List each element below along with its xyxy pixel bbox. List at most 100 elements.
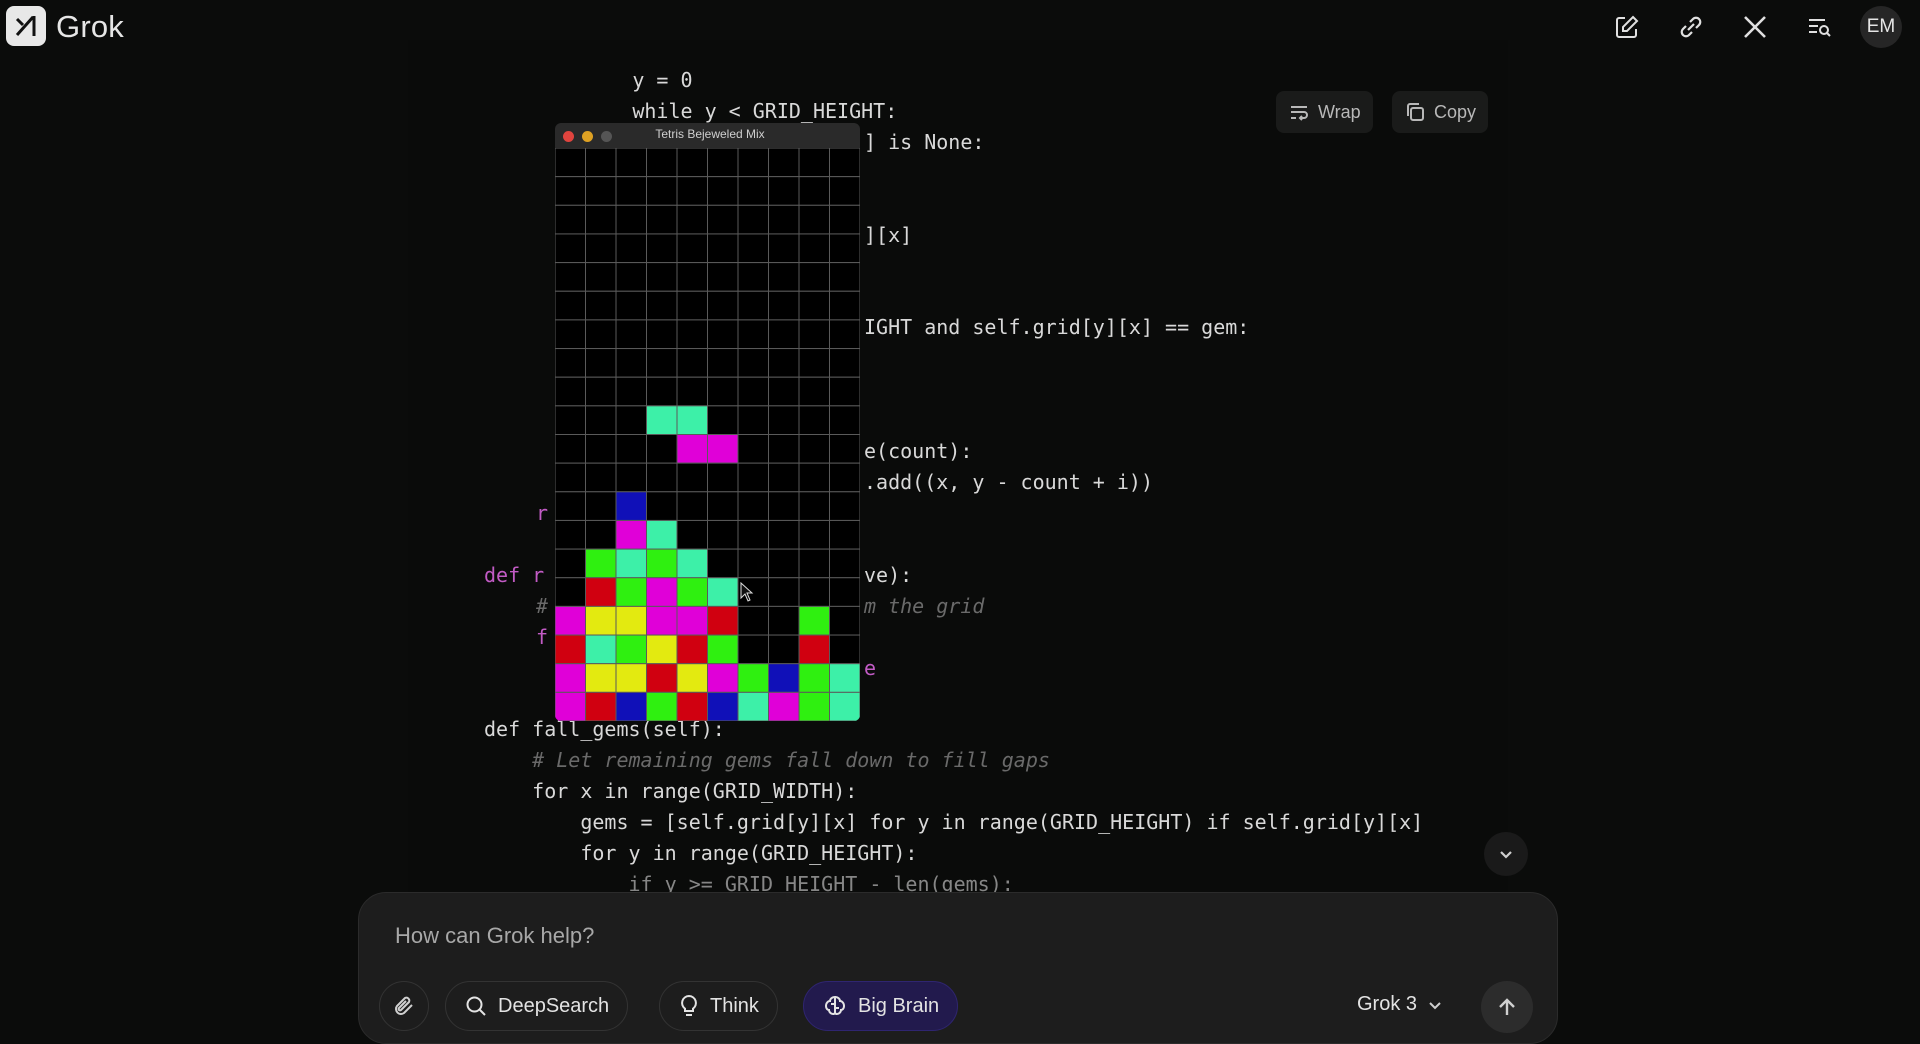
gem-cell (737, 691, 769, 721)
empty-cell (829, 577, 860, 607)
game-titlebar[interactable]: Tetris Bejeweled Mix (555, 123, 860, 148)
copy-button[interactable]: Copy (1392, 91, 1489, 133)
gem-cell (676, 691, 708, 721)
empty-cell (585, 262, 617, 292)
gem-cell (676, 663, 708, 693)
brain-icon (824, 995, 846, 1016)
empty-cell (555, 147, 586, 178)
code-line: IGHT and self.grid[y][x] == gem: (864, 315, 1250, 339)
code-line: while y < GRID_HEIGHT: (536, 99, 898, 123)
empty-cell (646, 491, 678, 521)
empty-cell (555, 405, 586, 436)
close-dot-icon[interactable] (563, 131, 574, 142)
empty-cell (555, 434, 586, 464)
empty-cell (646, 376, 678, 407)
empty-cell (768, 405, 800, 436)
empty-cell (768, 434, 800, 464)
wrap-button[interactable]: Wrap (1276, 91, 1373, 133)
empty-cell (585, 376, 617, 407)
game-window[interactable]: Tetris Bejeweled Mix (555, 123, 860, 721)
send-button[interactable] (1481, 981, 1533, 1033)
message-input[interactable]: How can Grok help? (395, 923, 594, 949)
attach-button[interactable] (379, 981, 429, 1031)
gem-cell (585, 577, 617, 607)
empty-cell (798, 233, 830, 264)
empty-cell (829, 462, 860, 493)
empty-cell (615, 204, 647, 235)
empty-cell (768, 290, 800, 321)
empty-cell (829, 376, 860, 407)
wrap-label: Wrap (1318, 101, 1361, 122)
code-line: f (536, 625, 549, 649)
code-line: e (864, 656, 877, 680)
gem-cell (707, 691, 739, 721)
copy-label: Copy (1434, 101, 1477, 122)
gem-cell (646, 663, 678, 693)
gem-cell (768, 663, 800, 693)
avatar[interactable]: EM (1860, 6, 1902, 48)
empty-cell (646, 233, 678, 264)
big-brain-button[interactable]: Big Brain (803, 981, 959, 1031)
empty-cell (798, 577, 830, 607)
empty-cell (737, 605, 769, 636)
composer: How can Grok help? DeepSearch Think Big … (358, 892, 1558, 1044)
empty-cell (585, 434, 617, 464)
maximize-dot-icon[interactable] (601, 131, 612, 142)
gem-cell (615, 691, 647, 721)
brand-name[interactable]: Grok (56, 9, 124, 45)
empty-cell (555, 262, 586, 292)
link-icon[interactable] (1668, 7, 1714, 47)
empty-cell (829, 176, 860, 206)
empty-cell (646, 176, 678, 206)
game-board[interactable] (555, 147, 860, 721)
gem-cell (676, 548, 708, 579)
big-brain-label: Big Brain (858, 994, 940, 1017)
empty-cell (768, 319, 800, 350)
empty-cell (615, 348, 647, 378)
empty-cell (555, 204, 586, 235)
code-line: y = 0 (536, 68, 693, 92)
game-title: Tetris Bejeweled Mix (655, 127, 765, 141)
empty-cell (768, 462, 800, 493)
history-search-icon[interactable] (1796, 7, 1842, 47)
empty-cell (585, 319, 617, 350)
grok-logo-icon[interactable] (6, 6, 46, 46)
empty-cell (615, 262, 647, 292)
model-selector[interactable]: Grok 3 (1357, 993, 1443, 1016)
empty-cell (646, 434, 678, 464)
empty-cell (646, 319, 678, 350)
empty-cell (768, 634, 800, 665)
gem-cell (737, 663, 769, 693)
empty-cell (646, 204, 678, 235)
gem-cell (676, 405, 708, 436)
new-chat-icon[interactable] (1604, 7, 1650, 47)
gem-cell (615, 519, 647, 550)
code-line: def r (484, 563, 545, 587)
empty-cell (615, 462, 647, 493)
empty-cell (707, 204, 739, 235)
top-actions: EM (1604, 6, 1902, 48)
empty-cell (798, 319, 830, 350)
think-button[interactable]: Think (659, 981, 778, 1031)
empty-cell (737, 376, 769, 407)
scroll-down-button[interactable] (1484, 832, 1528, 876)
empty-cell (646, 262, 678, 292)
deepsearch-button[interactable]: DeepSearch (445, 981, 629, 1031)
empty-cell (768, 491, 800, 521)
empty-cell (676, 462, 708, 493)
gem-cell (615, 663, 647, 693)
gem-cell (585, 605, 617, 636)
empty-cell (676, 176, 708, 206)
empty-cell (676, 519, 708, 550)
gem-cell (585, 663, 617, 693)
empty-cell (615, 434, 647, 464)
empty-cell (798, 290, 830, 321)
code-line: for x in range(GRID_WIDTH): (484, 779, 858, 803)
gem-cell (585, 691, 617, 721)
x-logo-icon[interactable] (1732, 7, 1778, 47)
empty-cell (737, 290, 769, 321)
gem-cell (676, 577, 708, 607)
empty-cell (707, 176, 739, 206)
empty-cell (798, 204, 830, 235)
minimize-dot-icon[interactable] (582, 131, 593, 142)
